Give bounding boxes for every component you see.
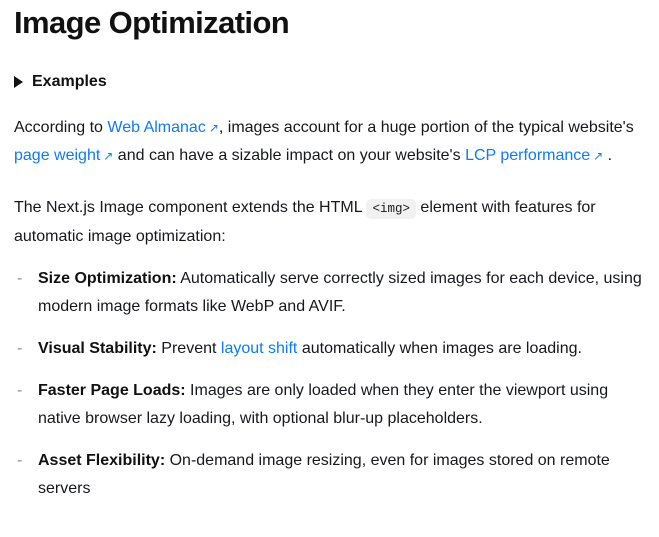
page-title: Image Optimization: [14, 5, 290, 40]
docs-content-area: Image Optimization Examples According to…: [0, 0, 659, 537]
paragraph-image-component: The Next.js Image component extends the …: [14, 194, 645, 251]
list-marker-dash: -: [17, 340, 23, 357]
examples-disclosure-toggle[interactable]: Examples: [14, 72, 645, 92]
external-link-icon: ↗: [593, 149, 604, 163]
list-marker-dash: -: [17, 452, 23, 469]
list-item: - Size Optimization: Automatically serve …: [14, 265, 645, 321]
external-link-icon: ↗: [208, 121, 219, 135]
list-marker-dash: -: [17, 382, 23, 399]
list-marker-dash: -: [17, 270, 23, 287]
paragraph-web-almanac: According to Web Almanac ↗, images accoun…: [14, 114, 645, 170]
paragraph-text-segment: and can have a sizable impact on your we…: [113, 147, 466, 164]
list-item-text: automatically when images are loading.: [297, 340, 582, 357]
external-link-icon: ↗: [103, 149, 114, 163]
feature-list: - Size Optimization: Automatically serve …: [14, 265, 645, 503]
inline-code-img-element: <img>: [366, 199, 416, 219]
list-item-text: Prevent: [156, 340, 221, 357]
link-page-weight[interactable]: page weight: [14, 147, 100, 164]
list-item: - Asset Flexibility: On-demand image resi…: [14, 447, 645, 503]
list-item: - Visual Stability: Prevent layout shift …: [14, 335, 645, 363]
link-lcp-performance[interactable]: LCP performance: [465, 147, 590, 164]
list-item: - Faster Page Loads: Images are only load…: [14, 377, 645, 433]
examples-disclosure-label: Examples: [32, 73, 107, 90]
list-item-lead-visual-stability: Visual Stability:: [38, 340, 157, 357]
link-layout-shift[interactable]: layout shift: [221, 340, 297, 357]
paragraph-text-segment: , images account for a huge portion of t…: [218, 119, 634, 136]
triangle-right-icon: [14, 76, 23, 88]
list-item-lead-asset-flexibility: Asset Flexibility:: [38, 452, 166, 469]
paragraph-text-segment: According to: [14, 119, 108, 136]
paragraph-text-segment: The Next.js Image component extends the …: [14, 199, 367, 216]
list-item-lead-faster-page-loads: Faster Page Loads:: [38, 382, 186, 399]
paragraph-text-segment: .: [603, 147, 613, 164]
list-item-lead-size-optimization: Size Optimization:: [38, 270, 177, 287]
link-web-almanac[interactable]: Web Almanac: [107, 119, 205, 136]
